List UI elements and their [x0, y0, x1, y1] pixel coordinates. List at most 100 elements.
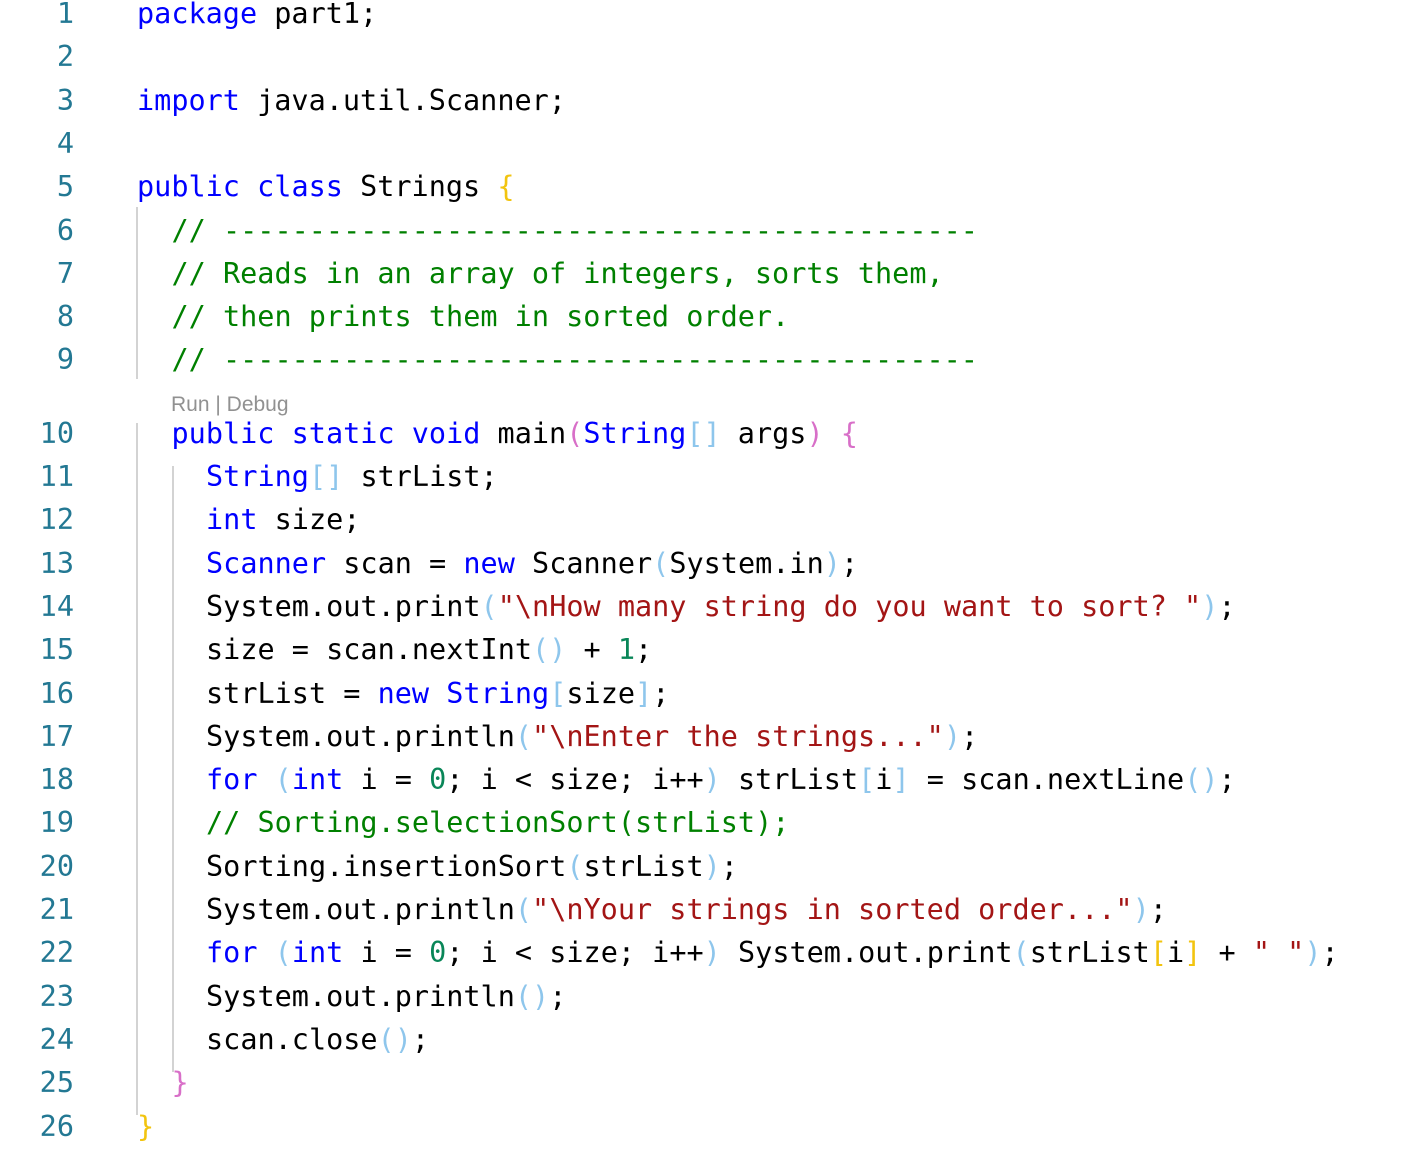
- code-line[interactable]: 6 // ------------------------------------…: [0, 209, 1422, 252]
- code-token: size;: [257, 503, 361, 537]
- keyword-token: static: [291, 416, 395, 450]
- code-line[interactable]: 11 String[] strList;: [0, 455, 1422, 498]
- keyword-token: class: [257, 170, 343, 204]
- code-line[interactable]: 16 strList = new String[size];: [0, 672, 1422, 715]
- line-number: 11: [39, 460, 74, 493]
- line-number: 23: [39, 979, 74, 1013]
- line-number: 14: [39, 589, 74, 623]
- code-line[interactable]: 3 import java.util.Scanner;: [0, 79, 1422, 122]
- line-number: 5: [56, 170, 74, 204]
- code-line[interactable]: 14 System.out.print("\nHow many string do…: [0, 585, 1422, 628]
- code-token: i =: [343, 763, 430, 797]
- code-line[interactable]: 21 System.out.println("\nYour strings in …: [0, 888, 1422, 931]
- line-number: 1: [56, 0, 74, 30]
- bracket-token: ): [703, 763, 721, 797]
- code-text: import java.util.Scanner;: [137, 79, 566, 122]
- keyword-token: for: [206, 763, 258, 797]
- keyword-token: String: [583, 416, 687, 450]
- code-line[interactable]: 5 public class Strings {: [0, 165, 1422, 208]
- code-line[interactable]: 13 Scanner scan = new Scanner(System.in);: [0, 542, 1422, 585]
- code-token: System.out.println: [206, 979, 515, 1013]
- code-line[interactable]: 25}: [0, 1061, 1422, 1104]
- keyword-token: String: [446, 676, 550, 710]
- bracket-token: (: [1012, 936, 1030, 970]
- code-text: for (int i = 0; i < size; i++) System.ou…: [206, 931, 1339, 974]
- code-editor[interactable]: Run | Debug 1 package part1; 2 3 import java…: [0, 0, 1422, 1150]
- bracket-token: ): [806, 416, 824, 450]
- code-text: public static void main(String[] args) {: [172, 412, 858, 455]
- bracket-token: ): [1132, 893, 1150, 926]
- code-line[interactable]: 2: [0, 35, 1422, 78]
- code-line[interactable]: 26}: [0, 1105, 1422, 1148]
- line-number: 16: [39, 676, 74, 710]
- string-token: "\nYour strings in sorted order...": [532, 893, 1133, 926]
- code-line[interactable]: 17 System.out.println("\nEnter the string…: [0, 715, 1422, 758]
- keyword-token: public: [137, 170, 240, 204]
- code-token: ;: [1218, 589, 1236, 623]
- bracket-token: ]: [892, 763, 910, 797]
- keyword-token: String: [206, 460, 309, 493]
- code-line[interactable]: 19 // Sorting.selectionSort(strList);: [0, 801, 1422, 844]
- code-token: +: [566, 633, 618, 667]
- bracket-token: (: [514, 719, 533, 753]
- code-token: strList;: [343, 460, 498, 493]
- line-number: 8: [56, 300, 74, 334]
- code-token: strList: [583, 849, 704, 883]
- code-token: System.out.println: [206, 719, 515, 753]
- code-line[interactable]: 20 Sorting.insertionSort(strList);: [0, 845, 1422, 888]
- code-token: ; i < size; i++: [446, 763, 704, 797]
- bracket-token: ): [1201, 589, 1219, 623]
- code-line[interactable]: 15 size = scan.nextInt() + 1;: [0, 628, 1422, 671]
- line-number: 3: [56, 83, 74, 117]
- bracket-token: ): [703, 936, 721, 970]
- code-line[interactable]: 4: [0, 122, 1422, 165]
- keyword-token: Scanner: [206, 546, 327, 580]
- comment-token: // Sorting.selectionSort(strList);: [206, 806, 790, 840]
- code-token: ;: [961, 719, 979, 753]
- keyword-token: int: [291, 763, 344, 797]
- code-text: Scanner scan = new Scanner(System.in);: [206, 542, 858, 585]
- code-token: ;: [652, 676, 670, 710]
- code-text: System.out.println();: [206, 975, 566, 1018]
- line-number: 10: [39, 416, 74, 450]
- code-text: // Reads in an array of integers, sorts …: [172, 252, 944, 295]
- code-line[interactable]: 8 // then prints them in sorted order.: [0, 295, 1422, 338]
- code-token: strList: [720, 763, 859, 797]
- code-text: for (int i = 0; i < size; i++) strList[i…: [206, 758, 1236, 801]
- code-token: size: [566, 676, 636, 710]
- bracket-token: (: [566, 849, 584, 883]
- number-token: 1: [617, 633, 635, 667]
- string-token: " ": [1252, 936, 1305, 970]
- bracket-token: ): [703, 849, 721, 883]
- line-number: 24: [39, 1022, 74, 1056]
- code-text: strList = new String[size];: [206, 672, 669, 715]
- code-line[interactable]: 23 System.out.println();: [0, 975, 1422, 1018]
- code-token: = scan.nextLine: [909, 763, 1185, 797]
- code-line[interactable]: 18 for (int i = 0; i < size; i++) strList…: [0, 758, 1422, 801]
- line-number: 15: [39, 633, 74, 667]
- code-text: }: [137, 1105, 154, 1148]
- code-token: strList: [1029, 936, 1150, 970]
- line-number: 13: [39, 546, 74, 580]
- code-line[interactable]: 10 public static void main(String[] args)…: [0, 412, 1422, 455]
- code-line[interactable]: 1 package part1;: [0, 0, 1422, 35]
- bracket-token: ): [943, 719, 962, 753]
- code-line[interactable]: 24 scan.close();: [0, 1018, 1422, 1061]
- keyword-token: import: [137, 83, 240, 117]
- code-token: ;: [411, 1022, 430, 1056]
- code-line[interactable]: 22 for (int i = 0; i < size; i++) System.…: [0, 931, 1422, 974]
- code-line[interactable]: 7 // Reads in an array of integers, sorts…: [0, 252, 1422, 295]
- bracket-token: ]: [635, 676, 653, 710]
- code-token: part1;: [257, 0, 378, 30]
- code-line[interactable]: 12 int size;: [0, 498, 1422, 541]
- line-number: 6: [56, 213, 74, 247]
- code-text: }: [172, 1061, 189, 1104]
- line-number: 18: [39, 763, 74, 797]
- bracket-token: (: [514, 893, 533, 926]
- bracket-token: (: [274, 763, 292, 797]
- code-text: scan.close();: [206, 1018, 429, 1061]
- code-line[interactable]: 9 // ------------------------------------…: [0, 338, 1422, 381]
